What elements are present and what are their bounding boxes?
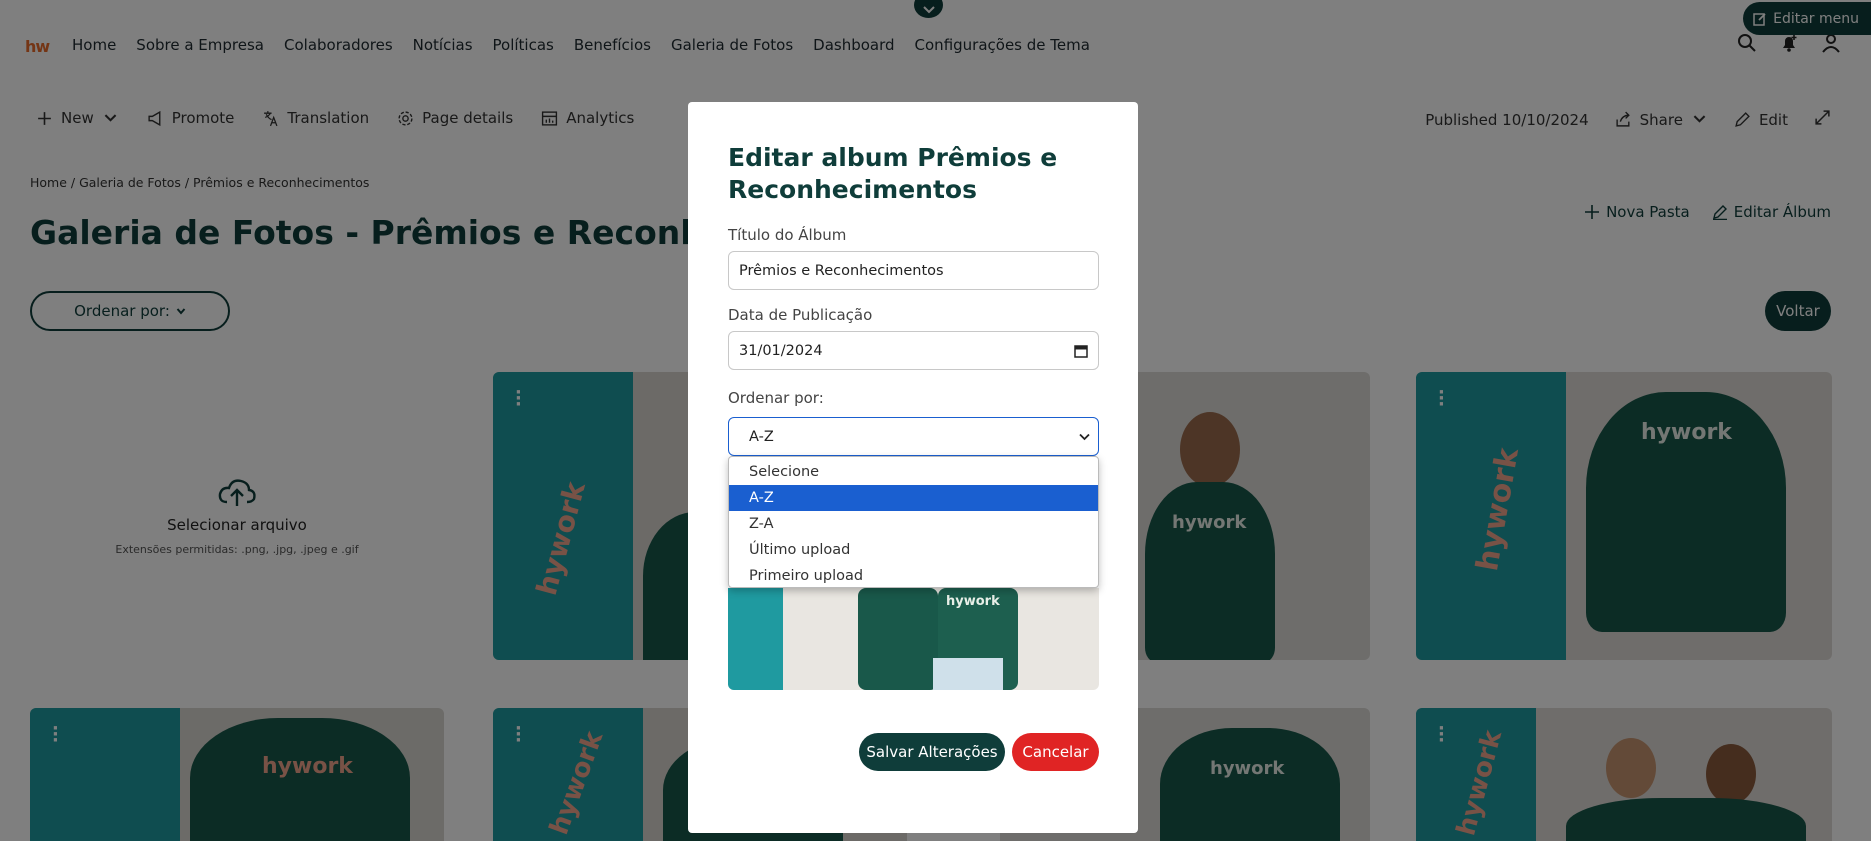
order-option-ultimo-upload[interactable]: Último upload: [729, 537, 1098, 563]
album-title-label: Título do Álbum: [728, 226, 847, 244]
modal-title: Editar album Prêmios e Reconhecimentos: [728, 143, 1058, 204]
chevron-down-icon: [1079, 433, 1090, 440]
order-by-dropdown-list: Selecione A-Z Z-A Último upload Primeiro…: [728, 456, 1099, 588]
album-title-input[interactable]: Prêmios e Reconhecimentos: [728, 251, 1099, 290]
save-changes-button[interactable]: Salvar Alterações: [859, 733, 1005, 771]
edit-album-modal: Editar album Prêmios e Reconhecimentos T…: [688, 102, 1138, 833]
order-by-selected-value: A-Z: [749, 428, 774, 445]
photo-jeans: [933, 658, 1003, 690]
order-option-selecione[interactable]: Selecione: [729, 459, 1098, 485]
order-option-primeiro-upload[interactable]: Primeiro upload: [729, 563, 1098, 589]
publication-date-input[interactable]: 31/01/2024: [728, 331, 1099, 370]
order-by-select[interactable]: A-Z: [728, 417, 1099, 456]
photo-person: [858, 588, 938, 690]
publication-date-label: Data de Publicação: [728, 306, 873, 324]
album-cover-preview: hywork: [728, 588, 1099, 690]
order-option-a-z[interactable]: A-Z: [729, 485, 1098, 511]
order-by-field-label: Ordenar por:: [728, 389, 824, 407]
cancel-button[interactable]: Cancelar: [1012, 733, 1099, 771]
album-title-value: Prêmios e Reconhecimentos: [739, 262, 944, 279]
photo-brand-text: hywork: [946, 594, 1000, 609]
photo-banner: [728, 588, 783, 690]
calendar-icon[interactable]: [1074, 344, 1088, 358]
publication-date-value: 31/01/2024: [739, 342, 823, 359]
order-option-z-a[interactable]: Z-A: [729, 511, 1098, 537]
